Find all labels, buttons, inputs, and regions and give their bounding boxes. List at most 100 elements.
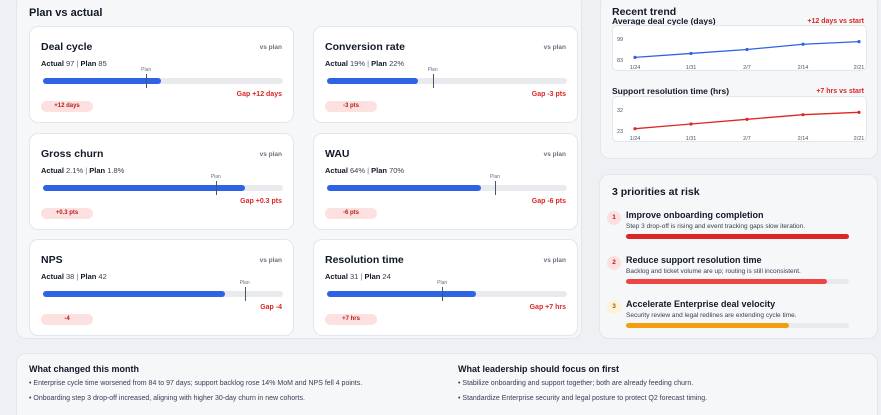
actual-value: 64% [350,166,366,175]
gap-text: Gap -4 [260,304,282,311]
metric-name: Conversion rate [325,41,405,53]
trend-point [633,55,637,59]
metric-actual-plan: Actual 2.1% | Plan 1.8% [41,166,124,175]
vs-plan-label: vs plan [259,151,282,158]
plan-label: Plan [364,272,381,281]
what-changed-item-text: Enterprise cycle time worsened from 84 t… [33,380,363,387]
priorities-panel: 3 priorities at risk 1 Improve onboarding… [599,174,878,339]
plan-label: Plan [89,166,106,175]
leadership-focus-item: • Standardize Enterprise security and le… [458,395,708,402]
x-tick-label: 2/14 [798,65,809,71]
gap-text: Gap +0.3 pts [240,198,282,205]
leadership-focus-section: What leadership should focus on first • … [458,364,707,410]
trend-chart-svg: 32 23 1/24 1/31 2/7 2/14 2/21 [617,108,865,142]
plan-marker-label: Plan [427,67,438,73]
trend-point [857,40,861,44]
actual-progress-bar [43,291,226,297]
summary-panel: What changed this month • Enterprise cyc… [16,353,878,415]
plan-marker [215,181,217,195]
priority-description: Step 3 drop-off is rising and event trac… [626,223,806,230]
actual-label: Actual [41,59,64,68]
x-tick-label: 2/21 [854,136,865,142]
priority-risk-track [626,234,849,239]
x-tick-label: 1/31 [686,136,697,142]
metric-name: Deal cycle [41,41,93,53]
priority-risk-track [626,323,849,328]
plan-value: 22% [389,59,405,68]
gap-badge: +7 hrs [325,314,377,325]
plan-marker-label: Plan [239,280,250,286]
vs-plan-label: vs plan [543,151,566,158]
gap-text: Gap -3 pts [531,91,566,98]
recent-trend-panel: Recent trend Average deal cycle (days) +1… [600,0,878,159]
actual-label: Actual [325,166,348,175]
trend-point [745,47,749,52]
progress-track: Plan [43,280,283,301]
trend-delta: +12 days vs start [807,18,864,25]
metric-name: Resolution time [325,254,404,266]
metric-actual-plan: Actual 31 | Plan 24 [325,272,391,281]
y-tick-label: 23 [617,129,623,135]
metric-card-deal-cycle: Deal cycle vs plan Actual 97 | Plan 85 Plan… [29,26,294,123]
y-tick-label: 83 [617,58,623,64]
actual-progress-bar [327,185,481,191]
trend-point [801,113,805,117]
plan-label: Plan [371,59,387,68]
trend-subtitle: Support resolution time (hrs) [612,86,730,96]
plan-label: Plan [80,272,97,281]
plan-value: 70% [389,166,405,175]
plan-marker [244,287,246,301]
gap-text: Gap +12 days [236,91,282,98]
progress-track: Plan [43,174,283,195]
x-tick-label: 1/24 [630,65,641,71]
vs-plan-label: vs plan [543,257,566,264]
progress-track: Plan [43,67,283,88]
y-tick-label: 32 [617,108,623,114]
metric-actual-plan: Actual 97 | Plan 85 [41,59,107,68]
priority-rank-badge: 1 [607,211,621,225]
plan-value: 85 [98,59,107,68]
x-tick-label: 2/14 [798,136,809,142]
what-changed-title: What changed this month [29,364,139,374]
trend-point [689,51,693,56]
trend-point [633,127,637,131]
what-changed-item-text: Onboarding step 3 drop-off increased, al… [33,395,305,402]
leadership-focus-title: What leadership should focus on first [458,364,620,374]
progress-track: Plan [327,67,567,88]
priority-name: Reduce support resolution time [626,255,762,265]
x-tick-label: 2/7 [743,65,751,71]
metric-name: NPS [41,254,63,266]
gap-badge: -4 [41,314,93,325]
priority-description: Backlog and ticket volume are up; routin… [626,268,801,275]
trend-chart: 32 23 1/24 1/31 2/7 2/14 2/21 [612,96,867,142]
metric-card-conversion-rate: Conversion rate vs plan Actual 19% | Plan … [313,26,578,123]
x-tick-label: 1/31 [686,65,697,71]
actual-progress-bar [43,185,245,191]
vs-plan-label: vs plan [543,44,566,51]
plan-marker-label: Plan [437,280,448,286]
gap-text: Gap -6 pts [531,198,566,205]
priority-description: Security review and legal redlines are e… [626,312,797,319]
priority-item: 3 Accelerate Enterprise deal velocity Secu… [607,298,872,338]
x-tick-label: 2/21 [854,65,865,71]
metric-card-resolution-time: Resolution time vs plan Actual 31 | Plan 2… [313,239,578,336]
trend-chart: 99 83 1/24 1/31 2/7 2/14 2/21 [612,25,867,71]
trend-point [801,42,805,46]
plan-label: Plan [80,59,97,68]
plan-marker-label: Plan [489,174,501,180]
priority-risk-bar [626,234,849,239]
plan-value: 1.8% [107,166,125,175]
priority-name: Accelerate Enterprise deal velocity [626,299,776,309]
actual-value: 19% [350,59,366,68]
trend-point [857,110,861,114]
priority-risk-track [626,279,849,284]
vs-plan-label: vs plan [259,257,282,264]
metric-name: WAU [325,148,350,160]
actual-label: Actual [325,272,348,281]
trend-point [745,117,749,121]
actual-progress-bar [43,78,161,84]
metric-actual-plan: Actual 64% | Plan 70% [325,166,404,175]
priority-rank-badge: 3 [607,300,621,314]
leadership-focus-item-text: Standardize Enterprise security and lega… [462,395,708,402]
gap-badge: -6 pts [325,208,377,219]
